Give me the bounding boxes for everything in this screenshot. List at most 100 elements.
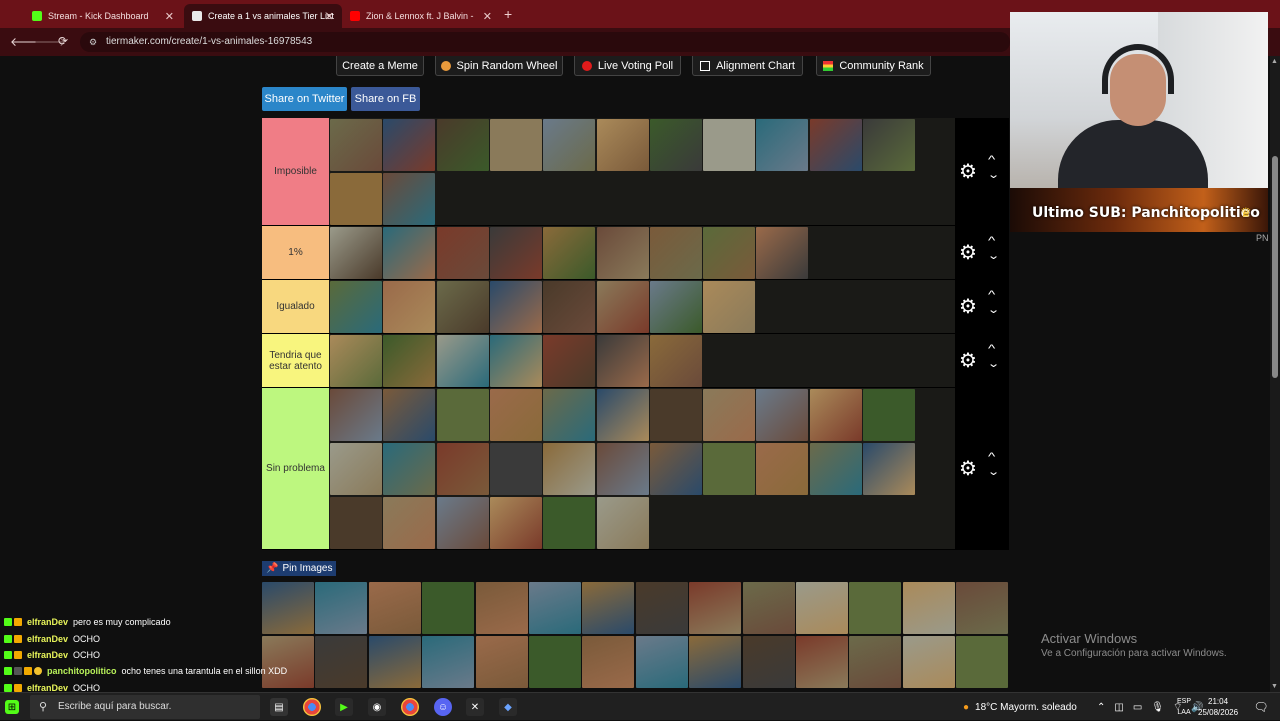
animal-image[interactable] [596, 227, 649, 279]
animal-image[interactable] [596, 389, 649, 441]
animal-image[interactable] [383, 173, 436, 225]
tier-label[interactable]: Sin problema [262, 388, 329, 549]
animal-image[interactable] [383, 281, 436, 333]
animal-image[interactable] [489, 119, 542, 171]
animal-image[interactable] [529, 582, 581, 634]
move-up-icon[interactable]: ^ [988, 154, 995, 166]
animal-image[interactable] [489, 227, 542, 279]
language-indicator[interactable]: ESP LAA [1177, 696, 1191, 718]
tab-kick-dashboard[interactable]: Stream - Kick Dashboard ✕ [24, 4, 182, 28]
move-down-icon[interactable]: ⌄ [987, 249, 1000, 262]
notification-icon[interactable]: 🗨 [1252, 698, 1270, 716]
animal-image[interactable] [543, 389, 596, 441]
animal-image[interactable] [635, 582, 688, 634]
close-icon[interactable]: ✕ [325, 10, 334, 23]
clock[interactable]: 21:04 25/08/2026 [1198, 696, 1238, 718]
spin-wheel-button[interactable]: Spin Random Wheel [435, 56, 563, 76]
battery-icon[interactable]: ▭ [1133, 702, 1142, 713]
animal-image[interactable] [436, 497, 489, 549]
animal-image[interactable] [809, 389, 862, 441]
animal-image[interactable] [649, 335, 702, 387]
animal-image[interactable] [543, 281, 596, 333]
scroll-thumb[interactable] [1272, 156, 1278, 378]
animal-image[interactable] [582, 636, 635, 688]
animal-image[interactable] [436, 227, 489, 279]
animal-image[interactable] [849, 582, 902, 634]
new-tab-button[interactable]: + [504, 6, 512, 22]
animal-image[interactable] [902, 582, 955, 634]
animal-image[interactable] [489, 335, 542, 387]
gear-icon[interactable]: ⚙ [959, 159, 977, 184]
animal-image[interactable] [649, 281, 702, 333]
move-up-icon[interactable]: ^ [988, 289, 995, 301]
animal-image[interactable] [330, 281, 382, 333]
tier-label[interactable]: Imposible [262, 118, 329, 225]
animal-image[interactable] [756, 119, 809, 171]
tab-tiermaker[interactable]: Create a 1 vs animales Tier List ✕ [184, 4, 342, 28]
animal-image[interactable] [703, 443, 756, 495]
move-up-icon[interactable]: ^ [988, 343, 995, 355]
animal-image[interactable] [489, 389, 542, 441]
animal-image[interactable] [756, 443, 809, 495]
animal-image[interactable] [849, 636, 902, 688]
animal-image[interactable] [956, 636, 1009, 688]
close-icon[interactable]: ✕ [165, 10, 174, 23]
animal-image[interactable] [368, 636, 421, 688]
animal-image[interactable] [383, 497, 436, 549]
animal-image[interactable] [863, 389, 915, 441]
pin-images-button[interactable]: 📌 Pin Images [262, 561, 337, 576]
animal-image[interactable] [582, 582, 635, 634]
tab-youtube[interactable]: Zion & Lennox ft. J Balvin - ✕ [342, 4, 500, 28]
animal-image[interactable] [902, 636, 955, 688]
animal-image[interactable] [689, 636, 742, 688]
animal-image[interactable] [543, 443, 596, 495]
discord-icon[interactable]: ☺ [434, 698, 452, 716]
animal-image[interactable] [635, 636, 688, 688]
animal-image[interactable] [330, 173, 382, 225]
animal-image[interactable] [649, 443, 702, 495]
obs-icon[interactable]: ◉ [368, 698, 386, 716]
move-down-icon[interactable]: ⌄ [987, 303, 1000, 316]
chevron-up-icon[interactable]: ⌃ [1097, 702, 1105, 713]
animal-image[interactable] [436, 443, 489, 495]
reload-icon[interactable]: ⟳ [58, 34, 68, 48]
animal-image[interactable] [489, 443, 542, 495]
create-meme-button[interactable]: Create a Meme [336, 56, 424, 76]
animal-image[interactable] [596, 335, 649, 387]
animal-image[interactable] [863, 119, 915, 171]
start-icon[interactable]: ⊞ [5, 700, 19, 714]
animal-image[interactable] [649, 389, 702, 441]
animal-image[interactable] [742, 582, 795, 634]
animal-image[interactable] [436, 335, 489, 387]
capcut-icon[interactable]: ✕ [466, 698, 484, 716]
animal-image[interactable] [703, 281, 756, 333]
animal-image[interactable] [956, 582, 1009, 634]
animal-image[interactable] [330, 335, 382, 387]
tier-label[interactable]: Tendria que estar atento [262, 334, 329, 387]
animal-image[interactable] [436, 119, 489, 171]
animal-image[interactable] [543, 227, 596, 279]
animal-image[interactable] [330, 443, 382, 495]
kick-app-icon[interactable]: ▶ [335, 698, 353, 716]
community-rank-button[interactable]: Community Rank [816, 56, 931, 76]
move-up-icon[interactable]: ^ [988, 451, 995, 463]
scroll-down-icon[interactable]: ▼ [1271, 683, 1278, 690]
url-field[interactable]: ⚙ tiermaker.com/create/1-vs-animales-169… [80, 32, 1010, 52]
network-icon[interactable]: ◫ [1114, 702, 1123, 713]
animal-image[interactable] [703, 119, 756, 171]
gear-icon[interactable]: ⚙ [959, 294, 977, 319]
animal-image[interactable] [703, 227, 756, 279]
animal-image[interactable] [649, 227, 702, 279]
gear-icon[interactable]: ⚙ [959, 456, 977, 481]
animal-image[interactable] [543, 119, 596, 171]
animal-image[interactable] [543, 497, 596, 549]
animal-image[interactable] [809, 119, 862, 171]
animal-image[interactable] [330, 119, 382, 171]
animal-image[interactable] [596, 119, 649, 171]
animal-image[interactable] [489, 497, 542, 549]
animal-image[interactable] [330, 389, 382, 441]
animal-image[interactable] [475, 582, 528, 634]
animal-image[interactable] [543, 335, 596, 387]
page-scrollbar[interactable]: ▲ ▼ [1270, 56, 1280, 692]
mic-icon[interactable]: 🎙 [1151, 702, 1164, 713]
